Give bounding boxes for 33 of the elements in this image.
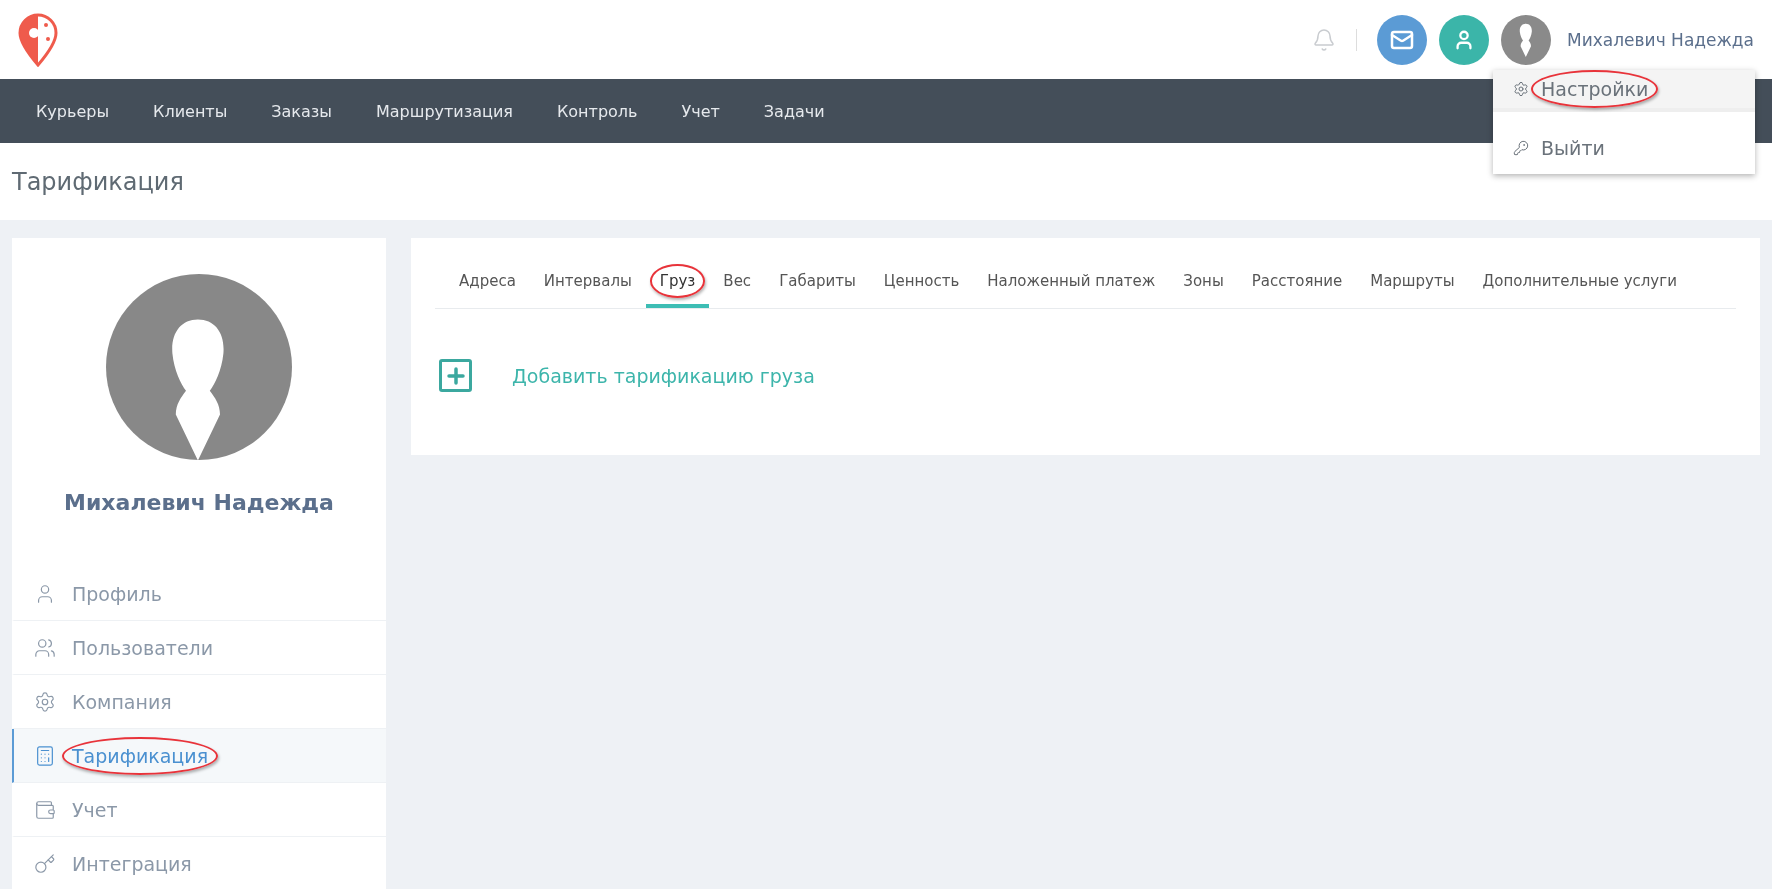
tab[interactable]: Расстояние: [1237, 238, 1357, 308]
tab[interactable]: Интервалы: [529, 238, 646, 308]
accounting-icon: [34, 798, 56, 821]
notification-bell-icon[interactable]: [1312, 27, 1337, 52]
user-name[interactable]: Михалевич Надежда: [1567, 29, 1754, 50]
nav-link[interactable]: Заказы: [249, 101, 354, 121]
tab[interactable]: Вес: [709, 238, 766, 308]
add-icon[interactable]: [439, 359, 472, 392]
integration-icon: [34, 852, 56, 875]
logout-icon: [1513, 140, 1529, 156]
nav-link[interactable]: Учет: [659, 101, 742, 121]
company-icon: [34, 690, 56, 713]
nav-link[interactable]: Маршрутизация: [353, 101, 535, 121]
tab[interactable]: Маршруты: [1356, 238, 1469, 308]
nav-link[interactable]: Клиенты: [131, 101, 250, 121]
tab[interactable]: Ценность: [869, 238, 974, 308]
nav-link[interactable]: Курьеры: [14, 101, 132, 121]
tab[interactable]: Габариты: [765, 238, 870, 308]
tab[interactable]: Адреса: [445, 238, 530, 308]
pricing-icon: [34, 744, 56, 767]
users-icon: [34, 636, 56, 659]
map-pin-logo[interactable]: [18, 12, 58, 67]
settings-icon: [1513, 81, 1529, 97]
page-title: Тарификация: [12, 167, 184, 196]
menu-item[interactable]: Выйти: [1493, 122, 1755, 174]
tab[interactable]: Наложенный платеж: [973, 238, 1170, 308]
menu-item[interactable]: Настройки: [1493, 70, 1755, 112]
nav-link[interactable]: Задачи: [741, 101, 847, 121]
tab[interactable]: Зоны: [1169, 238, 1238, 308]
tab[interactable]: Груз: [645, 238, 710, 308]
tab[interactable]: Дополнительные услуги: [1468, 238, 1691, 308]
profile-name: Михалевич Надежда: [64, 490, 334, 515]
nav-link[interactable]: Контроль: [534, 101, 660, 121]
